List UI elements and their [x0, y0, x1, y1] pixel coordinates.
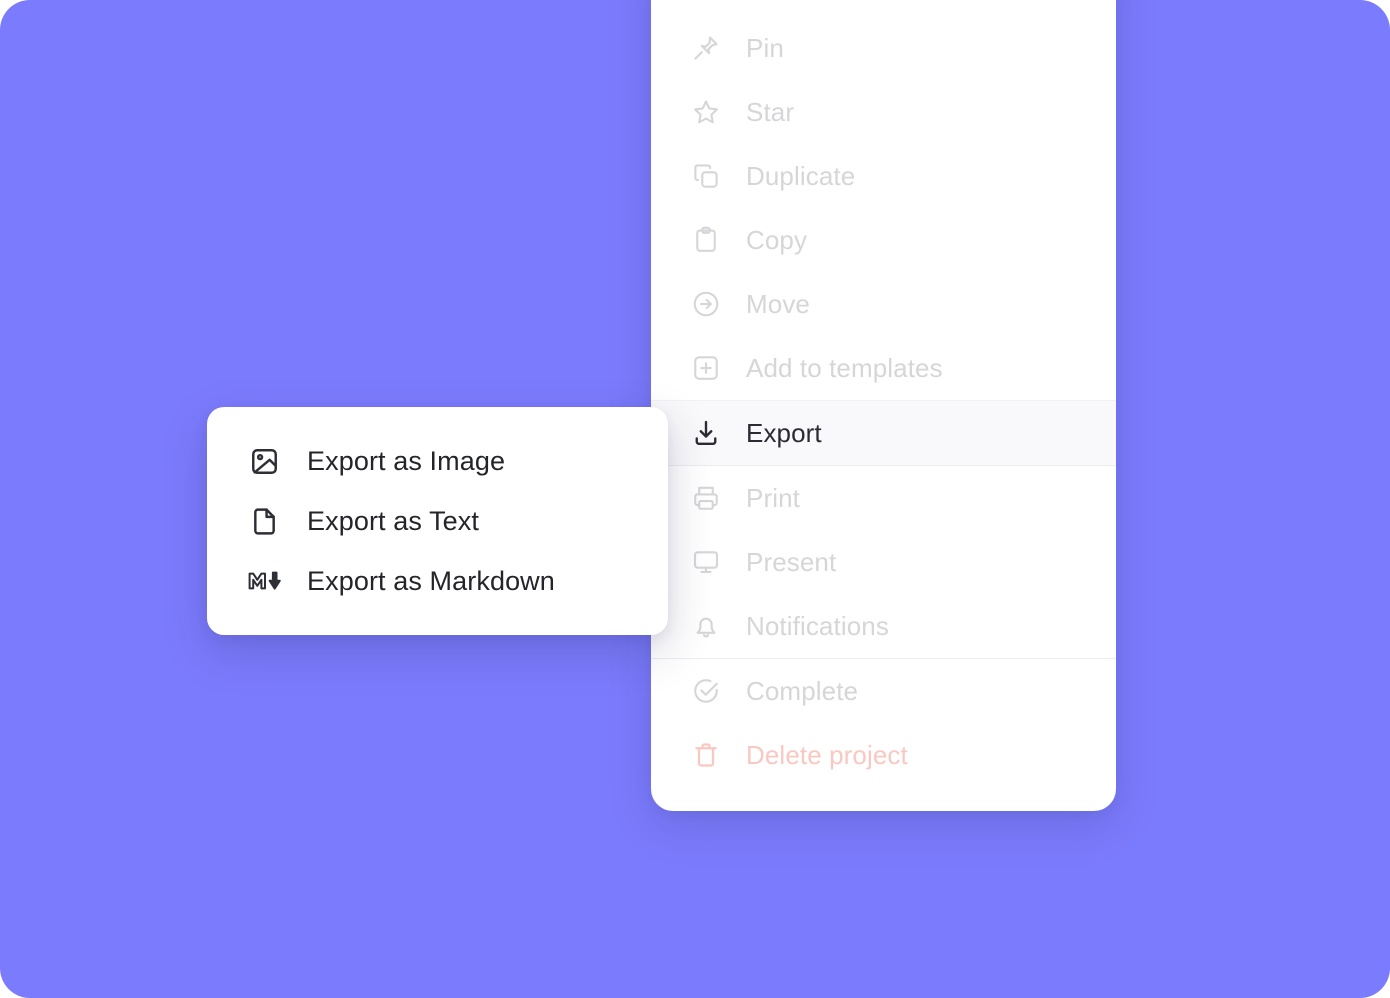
monitor-icon: [689, 545, 723, 579]
menu-item-label: Delete project: [746, 742, 908, 768]
pin-icon: [689, 31, 723, 65]
file-text-icon: [247, 504, 281, 538]
submenu-item-label: Export as Text: [307, 508, 479, 535]
check-circle-icon: [689, 674, 723, 708]
submenu-item-label: Export as Markdown: [307, 568, 555, 595]
plus-square-icon: [689, 351, 723, 385]
menu-item-label: Complete: [746, 678, 858, 704]
context-menu-group-primary: Share Pin Star: [651, 0, 1116, 466]
menu-item-duplicate[interactable]: Duplicate: [651, 144, 1116, 208]
menu-item-label: Add to templates: [746, 355, 943, 381]
menu-item-share[interactable]: Share: [651, 0, 1116, 16]
menu-item-star[interactable]: Star: [651, 80, 1116, 144]
menu-item-label: Copy: [746, 227, 807, 253]
share-icon: [689, 0, 723, 1]
menu-item-add-to-templates[interactable]: Add to templates: [651, 336, 1116, 400]
clipboard-icon: [689, 223, 723, 257]
menu-item-print[interactable]: Print: [651, 466, 1116, 530]
menu-item-label: Present: [746, 549, 836, 575]
menu-item-label: Print: [746, 485, 800, 511]
submenu-item-export-as-image[interactable]: Export as Image: [207, 431, 668, 491]
menu-item-notifications[interactable]: Notifications: [651, 594, 1116, 658]
export-submenu: Export as Image Export as Text Export as…: [207, 407, 668, 635]
menu-item-label: Notifications: [746, 613, 889, 639]
menu-item-copy[interactable]: Copy: [651, 208, 1116, 272]
menu-item-pin[interactable]: Pin: [651, 16, 1116, 80]
printer-icon: [689, 481, 723, 515]
image-icon: [247, 444, 281, 478]
download-icon: [689, 416, 723, 450]
menu-item-complete[interactable]: Complete: [651, 659, 1116, 723]
move-arrow-icon: [689, 287, 723, 321]
submenu-item-export-as-text[interactable]: Export as Text: [207, 491, 668, 551]
menu-item-export[interactable]: Export: [651, 401, 1116, 465]
trash-icon: [689, 738, 723, 772]
context-menu-group-status: Complete Delete project: [651, 659, 1116, 787]
menu-item-label: Star: [746, 99, 794, 125]
submenu-item-export-as-markdown[interactable]: Export as Markdown: [207, 551, 668, 611]
menu-item-label: Pin: [746, 35, 784, 61]
submenu-item-label: Export as Image: [307, 448, 505, 475]
bell-icon: [689, 609, 723, 643]
menu-item-label: Move: [746, 291, 810, 317]
menu-item-label: Duplicate: [746, 163, 855, 189]
project-context-menu: Share Pin Star: [651, 0, 1116, 811]
menu-item-present[interactable]: Present: [651, 530, 1116, 594]
star-icon: [689, 95, 723, 129]
menu-item-delete-project[interactable]: Delete project: [651, 723, 1116, 787]
markdown-icon: [247, 564, 281, 598]
menu-item-label: Export: [746, 420, 822, 446]
menu-item-move[interactable]: Move: [651, 272, 1116, 336]
app-canvas: Share Pin Star: [0, 0, 1390, 998]
duplicate-icon: [689, 159, 723, 193]
context-menu-group-output: Print Present: [651, 466, 1116, 659]
